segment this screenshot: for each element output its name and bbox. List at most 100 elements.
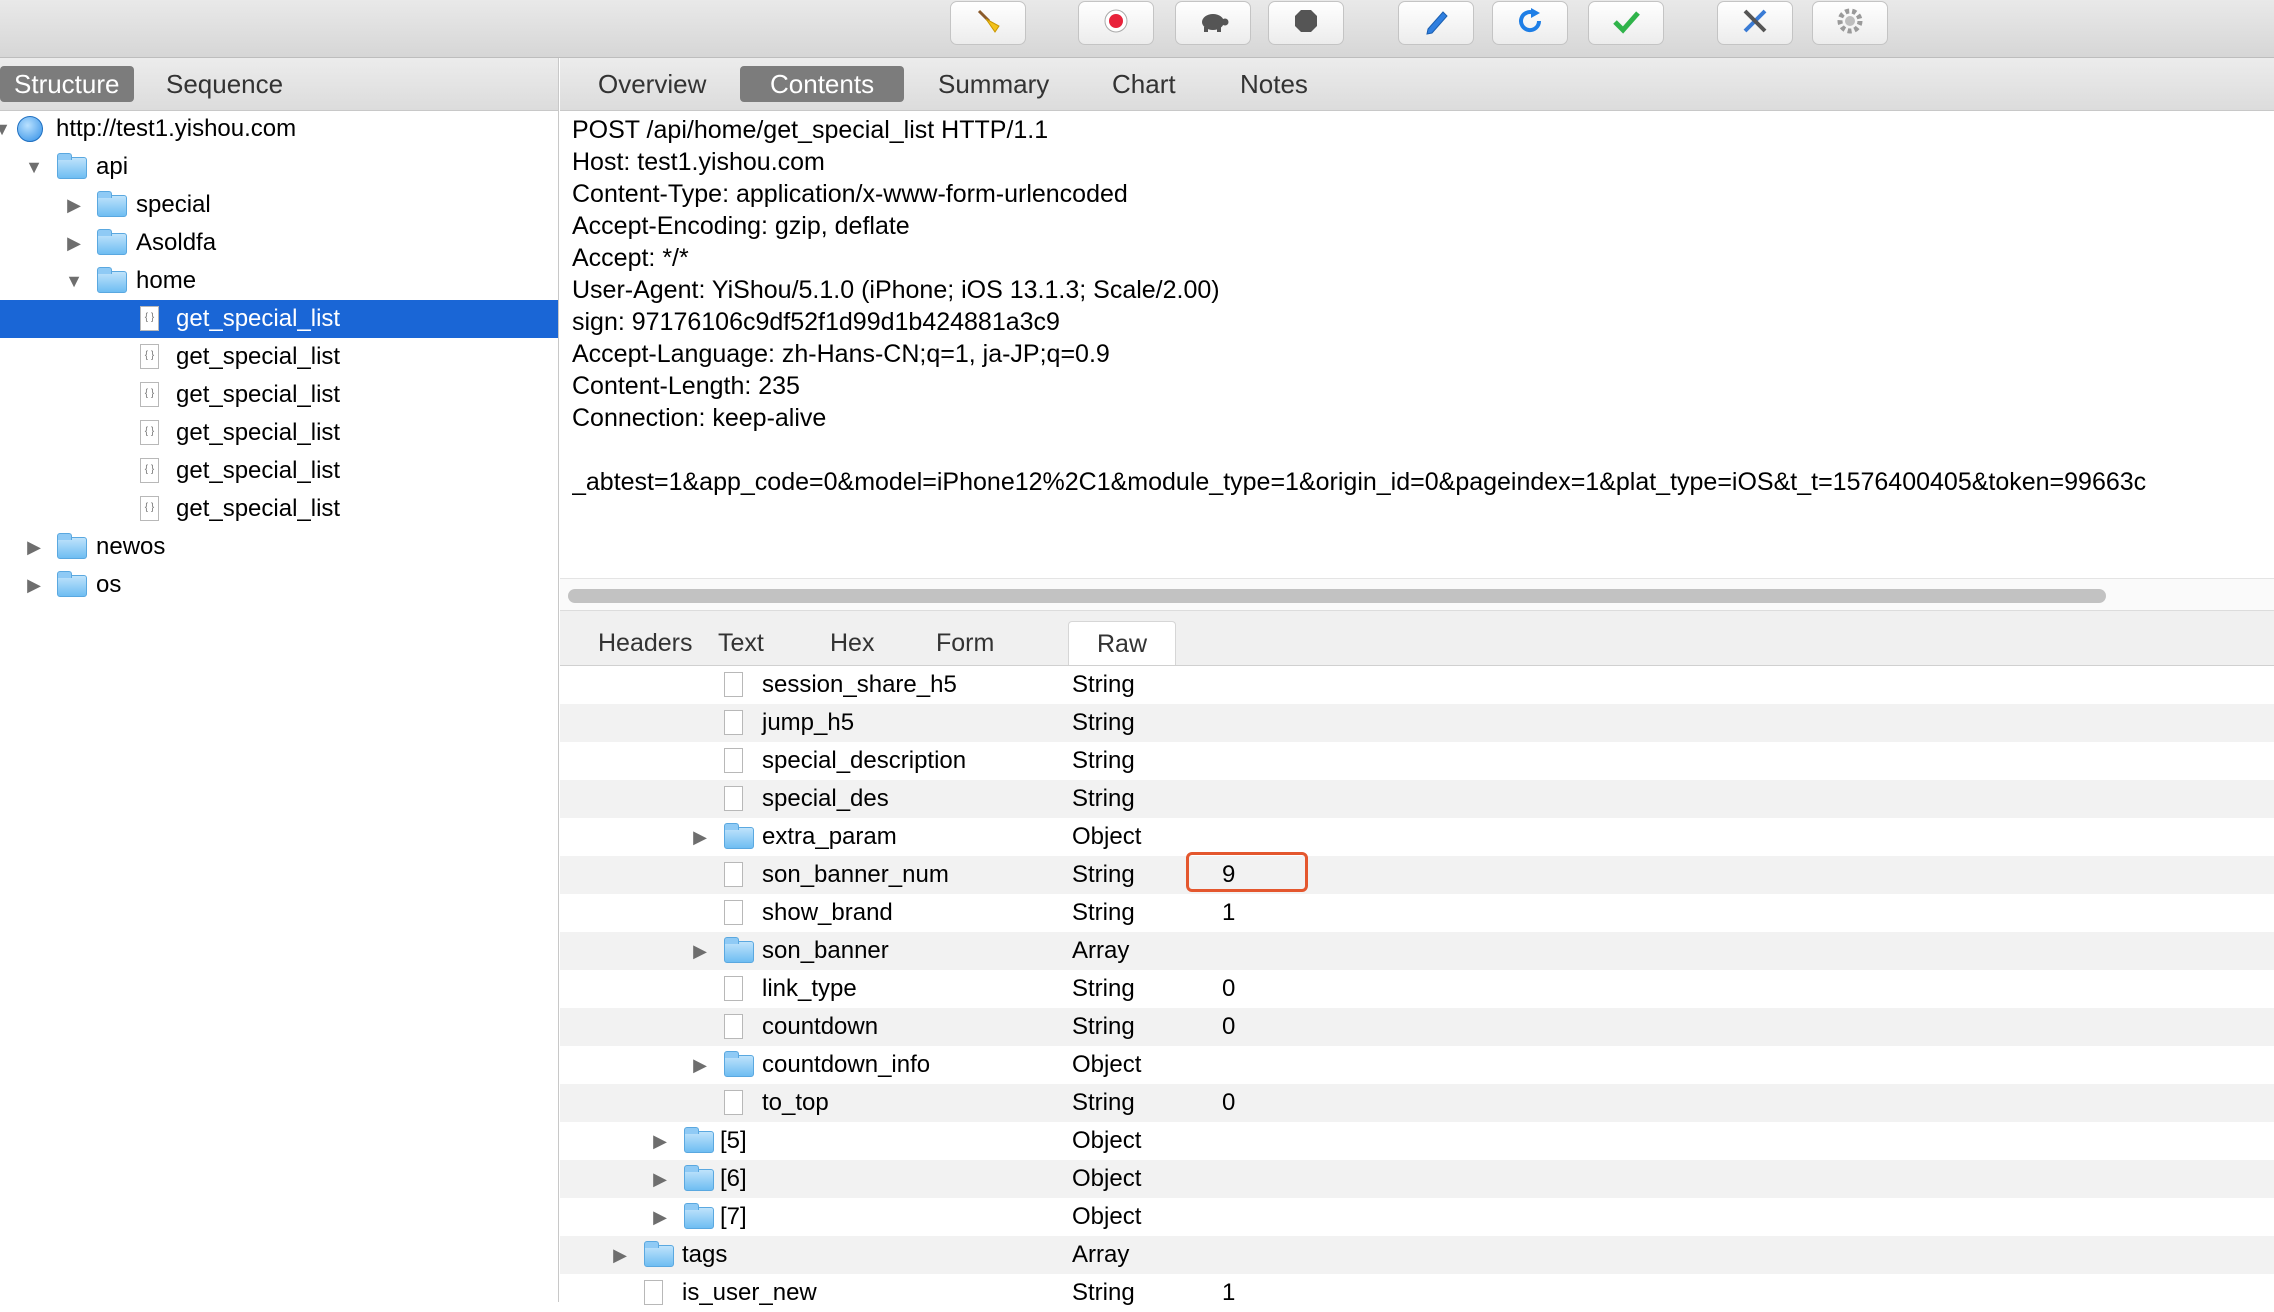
- tab-overview[interactable]: Overview: [568, 66, 736, 102]
- tree-item-os[interactable]: ▶ os: [0, 566, 558, 604]
- json-row[interactable]: son_banner_num String 9: [560, 856, 2274, 894]
- request-header-line: Accept: */*: [572, 244, 689, 272]
- tree-item-request-selected[interactable]: { } get_special_list: [0, 300, 558, 338]
- json-row[interactable]: ▶ son_banner Array: [560, 932, 2274, 970]
- json-row[interactable]: jump_h5 String: [560, 704, 2274, 742]
- json-row[interactable]: session_share_h5 String: [560, 666, 2274, 704]
- tools-button[interactable]: [1717, 1, 1793, 45]
- settings-button[interactable]: [1812, 1, 1888, 45]
- json-row[interactable]: ▶ tags Array: [560, 1236, 2274, 1274]
- json-row[interactable]: countdown String 0: [560, 1008, 2274, 1046]
- contents-pane: Overview Contents Summary Chart Notes PO…: [560, 58, 2274, 1306]
- broom-icon: [973, 6, 1003, 41]
- json-key: extra_param: [762, 823, 897, 850]
- tab-notes[interactable]: Notes: [1210, 66, 1338, 102]
- folder-icon: [97, 229, 127, 255]
- json-file-icon: { }: [140, 344, 159, 369]
- tree-item-label: Asoldfa: [136, 229, 217, 256]
- file-icon: [724, 1090, 743, 1115]
- disclosure-triangle-icon[interactable]: ▼: [0, 110, 12, 148]
- json-row[interactable]: ▶ [6] Object: [560, 1160, 2274, 1198]
- tree-item-special[interactable]: ▶ special: [0, 186, 558, 224]
- folder-icon: [724, 823, 754, 849]
- file-icon: [724, 672, 743, 697]
- json-row[interactable]: link_type String 0: [560, 970, 2274, 1008]
- refresh-icon: [1515, 6, 1545, 41]
- json-type: Array: [1072, 1241, 1130, 1268]
- folder-icon: [644, 1241, 674, 1267]
- disclosure-triangle-icon[interactable]: ▶: [650, 1198, 670, 1236]
- json-row[interactable]: show_brand String 1: [560, 894, 2274, 932]
- request-header-line: User-Agent: YiShou/5.1.0 (iPhone; iOS 13…: [572, 276, 1220, 304]
- json-row[interactable]: ▶ [7] Object: [560, 1198, 2274, 1236]
- json-file-icon: { }: [140, 306, 159, 331]
- tab-chart[interactable]: Chart: [1082, 66, 1206, 102]
- throttle-button[interactable]: [1175, 1, 1251, 45]
- tree-item-request[interactable]: { } get_special_list: [0, 414, 558, 452]
- clear-button[interactable]: [950, 1, 1026, 45]
- disclosure-triangle-icon[interactable]: ▶: [64, 224, 84, 262]
- horizontal-scrollbar[interactable]: [560, 578, 2274, 611]
- file-icon: [724, 862, 743, 887]
- tree-item-home[interactable]: ▼ home: [0, 262, 558, 300]
- raw-request-text[interactable]: POST /api/home/get_special_list HTTP/1.1…: [572, 114, 2272, 498]
- tree-item-request[interactable]: { } get_special_list: [0, 490, 558, 528]
- disclosure-triangle-icon[interactable]: ▶: [690, 932, 710, 970]
- tree-item-api[interactable]: ▼ api: [0, 148, 558, 186]
- json-type: String: [1072, 861, 1135, 888]
- disclosure-triangle-icon[interactable]: ▶: [64, 186, 84, 224]
- disclosure-triangle-icon[interactable]: ▶: [650, 1122, 670, 1160]
- json-type: String: [1072, 747, 1135, 774]
- tab-summary[interactable]: Summary: [908, 66, 1079, 102]
- tab-text[interactable]: Text: [690, 621, 792, 665]
- tree-item-request[interactable]: { } get_special_list: [0, 376, 558, 414]
- folder-icon: [57, 571, 87, 597]
- tree-item-label: get_special_list: [176, 457, 341, 484]
- scrollbar-thumb[interactable]: [568, 589, 2106, 603]
- tab-raw[interactable]: Raw: [1068, 621, 1177, 665]
- json-row[interactable]: ▶ [5] Object: [560, 1122, 2274, 1160]
- disclosure-triangle-icon[interactable]: ▶: [610, 1236, 630, 1274]
- validate-button[interactable]: [1588, 1, 1664, 45]
- json-file-icon: { }: [140, 382, 159, 407]
- json-row[interactable]: ▶ extra_param Object: [560, 818, 2274, 856]
- json-key: [7]: [720, 1203, 747, 1230]
- request-header-line: sign: 97176106c9df52f1d99d1b424881a3c9: [572, 308, 1060, 336]
- tab-hex[interactable]: Hex: [802, 621, 902, 665]
- request-header-line: Accept-Language: zh-Hans-CN;q=1, ja-JP;q…: [572, 340, 1110, 368]
- json-row[interactable]: special_description String: [560, 742, 2274, 780]
- tab-form[interactable]: Form: [908, 621, 1022, 665]
- disclosure-triangle-icon[interactable]: ▶: [24, 528, 44, 566]
- repeat-button[interactable]: [1492, 1, 1568, 45]
- json-row[interactable]: to_top String 0: [560, 1084, 2274, 1122]
- record-button[interactable]: [1078, 1, 1154, 45]
- disclosure-triangle-icon[interactable]: ▶: [650, 1160, 670, 1198]
- json-type: Array: [1072, 937, 1130, 964]
- settings-gear-icon: [1835, 6, 1865, 41]
- tree-item-request[interactable]: { } get_special_list: [0, 452, 558, 490]
- disclosure-triangle-icon[interactable]: ▶: [690, 818, 710, 856]
- json-type: Object: [1072, 1165, 1142, 1192]
- json-row[interactable]: is_user_new String 1: [560, 1274, 2274, 1312]
- checkmark-icon: [1611, 6, 1641, 41]
- disclosure-triangle-icon[interactable]: ▼: [24, 148, 44, 186]
- disclosure-triangle-icon[interactable]: ▶: [690, 1046, 710, 1084]
- disclosure-triangle-icon[interactable]: ▶: [24, 566, 44, 604]
- folder-icon: [684, 1165, 714, 1191]
- tree-item-newos[interactable]: ▶ newos: [0, 528, 558, 566]
- folder-icon: [684, 1203, 714, 1229]
- compose-button[interactable]: [1398, 1, 1474, 45]
- json-row[interactable]: ▶ countdown_info Object: [560, 1046, 2274, 1084]
- json-row[interactable]: special_des String: [560, 780, 2274, 818]
- tab-structure[interactable]: Structure: [0, 66, 134, 102]
- tree-item-request[interactable]: { } get_special_list: [0, 338, 558, 376]
- tree-item-label: get_special_list: [176, 495, 341, 522]
- tree-item-asoldfa[interactable]: ▶ Asoldfa: [0, 224, 558, 262]
- tree-item-host[interactable]: ▼ http://test1.yishou.com: [0, 110, 558, 148]
- json-key: [6]: [720, 1165, 747, 1192]
- tab-sequence[interactable]: Sequence: [152, 66, 297, 102]
- tab-contents[interactable]: Contents: [740, 66, 905, 102]
- breakpoints-button[interactable]: [1268, 1, 1344, 45]
- json-value: 0: [1222, 1089, 1236, 1116]
- disclosure-triangle-icon[interactable]: ▼: [64, 262, 84, 300]
